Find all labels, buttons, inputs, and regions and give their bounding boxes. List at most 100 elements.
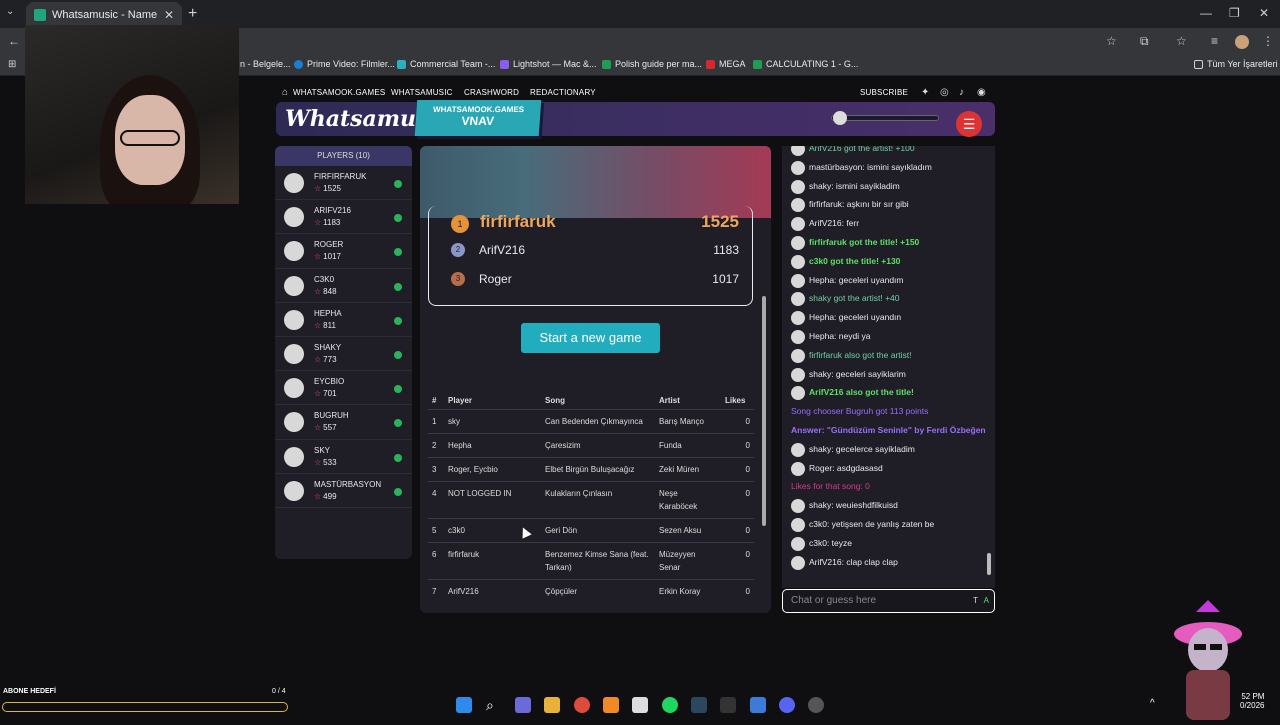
minimize-icon[interactable]: — <box>1200 6 1212 20</box>
obs-icon[interactable] <box>808 697 824 713</box>
home-icon[interactable]: ⌂ <box>282 87 288 98</box>
player-row[interactable]: SKY ☆ 533 <box>275 440 412 474</box>
player-row[interactable]: HEPHA ☆ 811 <box>275 303 412 337</box>
player-row[interactable]: EYCBIO ☆ 701 <box>275 371 412 406</box>
all-bookmarks[interactable]: Tüm Yer İşaretleri <box>1194 59 1278 69</box>
nav-link-whatsamusic[interactable]: WHATSAMUSIC <box>391 88 453 97</box>
table-cell: Müzeyyen Senar <box>655 542 721 580</box>
chat-message-text: c3k0 got the title! +130 <box>809 255 901 266</box>
room-site: WHATSAMOOK.GAMES <box>432 105 525 114</box>
profile-avatar[interactable] <box>1235 35 1249 49</box>
bookmark-item[interactable]: CALCULATING 1 - G... <box>753 59 858 69</box>
chat-scrollbar[interactable] <box>987 553 991 575</box>
discord-taskbar-icon[interactable] <box>779 697 795 713</box>
table-cell: Zeki Müren <box>655 457 721 482</box>
tab-search-icon[interactable]: ⌄ <box>6 6 14 17</box>
bookmark-item[interactable]: Lightshot — Mac &... <box>500 59 597 69</box>
table-row[interactable]: 4 NOT LOGGED IN Kulakların Çınlasın Neşe Ka… <box>428 481 754 519</box>
subscriber-goal-count: 0 / 4 <box>272 688 286 695</box>
hamburger-menu-icon[interactable]: ☰ <box>956 111 982 137</box>
tiktok-icon[interactable]: ♪ <box>959 87 964 98</box>
player-row[interactable]: ROGER ☆ 1017 <box>275 234 412 269</box>
player-row[interactable]: ARIFV216 ☆ 1183 <box>275 200 412 235</box>
player-row[interactable]: C3K0 ☆ 848 <box>275 269 412 303</box>
bookmark-label: MEGA <box>719 59 746 69</box>
table-cell: ArifV216 <box>444 579 541 603</box>
bookmark-label: Tüm Yer İşaretleri <box>1207 59 1278 69</box>
table-row[interactable]: 1 sky Can Bedenden Çıkmayınca Barış Manço 0 <box>428 409 754 434</box>
avatar <box>791 517 805 532</box>
table-cell: 7 <box>428 579 444 603</box>
twitter-icon[interactable]: ✦ <box>921 87 929 98</box>
table-cell: 0 <box>721 579 754 603</box>
players-panel: PLAYERS (10) FIRFIRFARUK ☆ 1525 ARIFV216 ☆ 11… <box>275 146 412 559</box>
file-explorer-icon[interactable] <box>544 697 560 713</box>
volume-knob[interactable] <box>833 111 847 125</box>
close-tab-icon[interactable]: ✕ <box>164 8 174 22</box>
nav-link-crashword[interactable]: CRASHWORD <box>464 88 519 97</box>
chat-message: ArifV216: clap clap clap <box>782 553 995 572</box>
table-row[interactable]: 7 ArifV216 Çöpçüler Erkin Koray 0 <box>428 579 754 603</box>
chat-input[interactable] <box>791 590 961 611</box>
chat-messages: ArifV216 got the artist! +100 mastürbasyo… <box>782 146 995 571</box>
apps-icon[interactable]: ⊞ <box>8 59 16 70</box>
steam-icon[interactable] <box>691 697 707 713</box>
table-row[interactable]: 6 firfirfaruk Benzemez Kimse Sana (feat. T… <box>428 542 754 580</box>
bookmark-item[interactable]: n - Belgele... <box>240 59 291 69</box>
player-row[interactable]: SHAKY ☆ 773 <box>275 337 412 372</box>
player-name: ROGER <box>314 240 344 250</box>
podium-second-name: ArifV216 <box>479 243 526 257</box>
scrollbar[interactable] <box>762 296 766 526</box>
volume-slider[interactable] <box>831 115 939 121</box>
table-cell: Sezen Aksu <box>655 518 721 543</box>
discord-icon[interactable]: ◉ <box>977 87 986 98</box>
table-row[interactable]: 5 c3k0 Geri Dön Sezen Aksu 0 <box>428 518 754 543</box>
chat-message-text: firfirfaruk got the title! +150 <box>809 236 920 247</box>
nav-link-whatsamook[interactable]: WHATSAMOOK.GAMES <box>293 88 385 97</box>
app-icon[interactable] <box>603 697 619 713</box>
more-menu-icon[interactable]: ⋮ <box>1262 34 1274 48</box>
table-row[interactable]: 3 Roger, Eycbio Elbet Birgün Buluşacağız Ze… <box>428 457 754 482</box>
search-icon[interactable]: ⌕ <box>486 697 502 713</box>
chrome-icon[interactable] <box>574 697 590 713</box>
windows-start-icon[interactable] <box>456 697 472 713</box>
instagram-icon[interactable]: ◎ <box>940 87 949 98</box>
lightshot-icon <box>500 59 509 69</box>
chat-input-box[interactable]: T A <box>782 589 995 613</box>
chat-message-text: ArifV216: ferr <box>809 218 860 229</box>
chat-message-text: ArifV216 got the artist! +100 <box>809 146 915 153</box>
table-cell: 1 <box>428 409 444 434</box>
nav-link-redactionary[interactable]: REDACTIONARY <box>530 88 596 97</box>
new-tab-button[interactable]: + <box>188 5 197 23</box>
table-row[interactable]: 2 Hepha Çaresizim Funda 0 <box>428 433 754 458</box>
bookmark-item[interactable]: MEGA <box>706 59 746 69</box>
tray-chevron-icon[interactable]: ^ <box>1150 698 1155 709</box>
bookmarks-icon[interactable]: ☆ <box>1176 34 1187 48</box>
spotify-icon[interactable] <box>662 697 678 713</box>
bookmark-star-icon[interactable]: ☆ <box>1106 34 1117 48</box>
bookmark-item[interactable]: Prime Video: Filmler... <box>294 59 395 69</box>
bookmark-item[interactable]: Commercial Team -... <box>397 59 495 69</box>
notepad-icon[interactable] <box>632 697 648 713</box>
start-new-game-button[interactable]: Start a new game <box>521 323 660 353</box>
player-row[interactable]: FIRFIRFARUK ☆ 1525 <box>275 166 412 201</box>
epic-games-icon[interactable] <box>720 697 736 713</box>
player-row[interactable]: MASTÜRBASYON ☆ 499 <box>275 474 412 508</box>
room-badge: WHATSAMOOK.GAMES VNAV <box>414 100 542 136</box>
bookmark-item[interactable]: Polish guide per ma... <box>602 59 702 69</box>
close-window-icon[interactable]: ✕ <box>1259 6 1269 20</box>
table-cell: 2 <box>428 433 444 458</box>
maximize-icon[interactable]: ❐ <box>1229 6 1240 20</box>
back-icon[interactable]: ← <box>8 34 20 48</box>
media-icon[interactable]: ≡ <box>1211 34 1218 48</box>
network-app-icon[interactable] <box>750 697 766 713</box>
chat-message-text: Roger: asdgdasasd <box>809 462 883 473</box>
player-row[interactable]: BUGRUH ☆ 557 <box>275 405 412 440</box>
subscribe-link[interactable]: SUBSCRIBE <box>860 88 908 97</box>
avatar <box>791 367 805 382</box>
avatar <box>284 480 304 501</box>
avatar <box>284 446 304 467</box>
teams-icon[interactable] <box>515 697 531 713</box>
extensions-icon[interactable]: ⧉ <box>1140 34 1149 49</box>
table-cell: Hepha <box>444 433 541 458</box>
